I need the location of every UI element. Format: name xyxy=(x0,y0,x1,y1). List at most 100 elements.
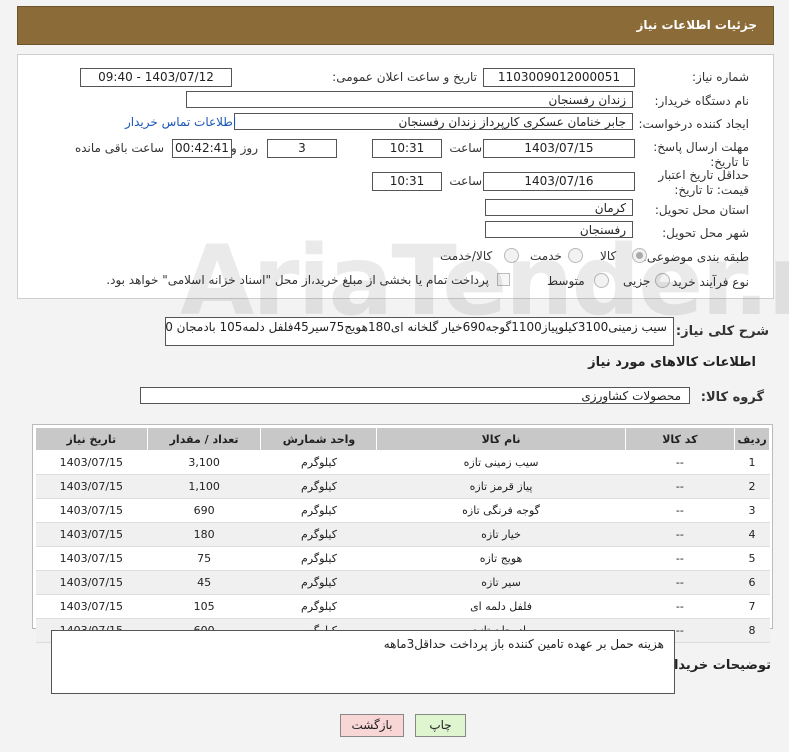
description-field[interactable]: سیب زمینی3100کیلوپیاز1100گوجه690خیار گلخ… xyxy=(165,317,674,346)
validity-time-field[interactable]: 10:31 xyxy=(372,172,442,191)
remaining-time-field[interactable]: 00:42:41 xyxy=(172,139,232,158)
table-row[interactable]: 3 -- گوجه فرنگی تازه کیلوگرم 690 1403/07… xyxy=(35,498,770,523)
row-index: 7 xyxy=(734,594,770,619)
item-need-date: 1403/07/15 xyxy=(35,522,148,547)
item-code: -- xyxy=(625,594,735,619)
deadline-time-label: ساعت xyxy=(449,141,482,155)
buyer-notes-field[interactable]: هزینه حمل بر عهده تامین کننده باز پرداخت… xyxy=(51,630,675,694)
validity-date-field[interactable]: 1403/07/16 xyxy=(483,172,635,191)
item-unit: کیلوگرم xyxy=(260,450,377,475)
city-field[interactable]: رفسنجان xyxy=(485,221,633,238)
need-number-field[interactable]: 1103009012000051 xyxy=(483,68,635,87)
category-service-label: خدمت xyxy=(530,249,562,263)
table-row[interactable]: 6 -- سیر تازه کیلوگرم 45 1403/07/15 xyxy=(35,570,770,595)
item-unit: کیلوگرم xyxy=(260,522,377,547)
process-medium-radio[interactable] xyxy=(594,273,609,288)
treasury-payment-checkbox[interactable] xyxy=(497,273,510,286)
creator-label: ایجاد کننده درخواست: xyxy=(638,117,749,131)
item-name: هویج تازه xyxy=(376,546,626,571)
deadline-time-field[interactable]: 10:31 xyxy=(372,139,442,158)
item-unit: کیلوگرم xyxy=(260,570,377,595)
announce-label: تاریخ و ساعت اعلان عمومی: xyxy=(332,70,477,84)
col-unit: واحد شمارش xyxy=(260,427,378,451)
goods-table-body: 1 -- سیب زمینی تازه کیلوگرم 3,100 1403/0… xyxy=(35,450,770,643)
days-field[interactable]: 3 xyxy=(267,139,337,158)
item-code: -- xyxy=(625,450,735,475)
table-row[interactable]: 4 -- خیار تازه کیلوگرم 180 1403/07/15 xyxy=(35,522,770,547)
table-row[interactable]: 5 -- هویج تازه کیلوگرم 75 1403/07/15 xyxy=(35,546,770,571)
goods-section-title: اطلاعات کالاهای مورد نیاز xyxy=(588,355,756,370)
item-quantity: 1,100 xyxy=(147,474,261,499)
buyer-org-label: نام دستگاه خریدار: xyxy=(654,94,750,108)
item-code: -- xyxy=(625,546,735,571)
process-medium-label: متوسط xyxy=(547,274,585,288)
process-small-radio[interactable] xyxy=(655,273,670,288)
back-button[interactable]: بازگشت xyxy=(340,714,404,737)
item-quantity: 3,100 xyxy=(147,450,261,475)
category-goods-service-label: کالا/خدمت xyxy=(440,249,493,263)
col-item-code: کد کالا xyxy=(624,427,736,451)
buyer-org-field[interactable]: زندان رفسنجان xyxy=(186,91,633,108)
row-index: 4 xyxy=(734,522,770,547)
deadline-date-field[interactable]: 1403/07/15 xyxy=(483,139,635,158)
item-name: فلفل دلمه ای xyxy=(376,594,626,619)
item-quantity: 45 xyxy=(147,570,261,595)
item-unit: کیلوگرم xyxy=(260,474,377,499)
buyer-contact-link[interactable]: اطلاعات تماس خریدار xyxy=(125,115,236,129)
deadline-label: مهلت ارسال پاسخ: تا تاریخ: xyxy=(653,140,749,169)
goods-group-label: گروه کالا: xyxy=(700,390,764,405)
category-label: طبقه بندی موضوعی: xyxy=(642,250,749,264)
province-label: استان محل تحویل: xyxy=(654,203,749,217)
goods-group-field[interactable]: محصولات کشاورزی xyxy=(140,387,690,404)
item-quantity: 180 xyxy=(147,522,261,547)
days-label: روز و xyxy=(231,141,258,155)
description-label: شرح کلی نیاز: xyxy=(675,324,769,339)
category-service-radio[interactable] xyxy=(568,248,583,263)
category-goods-service-radio[interactable] xyxy=(504,248,519,263)
min-validity-label: حداقل تاریخ اعتبار قیمت: تا تاریخ: xyxy=(658,168,749,197)
row-index: 2 xyxy=(734,474,770,499)
item-code: -- xyxy=(625,522,735,547)
treasury-payment-note: پرداخت تمام یا بخشی از مبلغ خرید،از محل … xyxy=(106,273,489,287)
print-button[interactable]: چاپ xyxy=(415,714,466,737)
item-unit: کیلوگرم xyxy=(260,594,377,619)
item-name: سیب زمینی تازه xyxy=(376,450,626,475)
table-row[interactable]: 7 -- فلفل دلمه ای کیلوگرم 105 1403/07/15 xyxy=(35,594,770,619)
row-index: 5 xyxy=(734,546,770,571)
goods-table: ردیف کد کالا نام کالا واحد شمارش تعداد /… xyxy=(35,427,770,643)
buyer-notes-label: توضیحات خریدار: xyxy=(661,658,771,673)
category-goods-radio[interactable] xyxy=(632,248,647,263)
page-header: جزئیات اطلاعات نیاز xyxy=(17,6,774,45)
item-name: گوجه فرنگی تازه xyxy=(376,498,626,523)
row-index: 8 xyxy=(734,618,770,643)
process-label: نوع فرآیند خرید : xyxy=(664,275,749,289)
item-quantity: 690 xyxy=(147,498,261,523)
item-need-date: 1403/07/15 xyxy=(35,594,148,619)
item-need-date: 1403/07/15 xyxy=(35,498,148,523)
item-unit: کیلوگرم xyxy=(260,498,377,523)
goods-table-wrapper: ردیف کد کالا نام کالا واحد شمارش تعداد /… xyxy=(32,424,773,643)
goods-table-header: ردیف کد کالا نام کالا واحد شمارش تعداد /… xyxy=(35,427,770,451)
col-need-date: تاریخ نیاز xyxy=(35,427,148,451)
item-quantity: 75 xyxy=(147,546,261,571)
item-unit: کیلوگرم xyxy=(260,546,377,571)
row-index: 1 xyxy=(734,450,770,475)
table-row[interactable]: 1 -- سیب زمینی تازه کیلوگرم 3,100 1403/0… xyxy=(35,450,770,475)
item-need-date: 1403/07/15 xyxy=(35,570,148,595)
process-small-label: جزیی xyxy=(623,274,651,288)
table-row[interactable]: 2 -- پیاز قرمز تازه کیلوگرم 1,100 1403/0… xyxy=(35,474,770,499)
validity-time-label: ساعت xyxy=(449,174,482,188)
announce-field[interactable]: 1403/07/12 - 09:40 xyxy=(80,68,232,87)
row-index: 3 xyxy=(734,498,770,523)
item-code: -- xyxy=(625,474,735,499)
page-title: جزئیات اطلاعات نیاز xyxy=(636,18,757,32)
item-name: سیر تازه xyxy=(376,570,626,595)
item-code: -- xyxy=(625,498,735,523)
province-field[interactable]: کرمان xyxy=(485,199,633,216)
need-number-label: شماره نیاز: xyxy=(692,70,749,84)
category-goods-label: کالا xyxy=(600,249,617,263)
creator-field[interactable]: جابر خنامان عسکری کارپرداز زندان رفسنجان xyxy=(234,113,633,130)
item-quantity: 105 xyxy=(147,594,261,619)
item-need-date: 1403/07/15 xyxy=(35,450,148,475)
item-name: پیاز قرمز تازه xyxy=(376,474,626,499)
